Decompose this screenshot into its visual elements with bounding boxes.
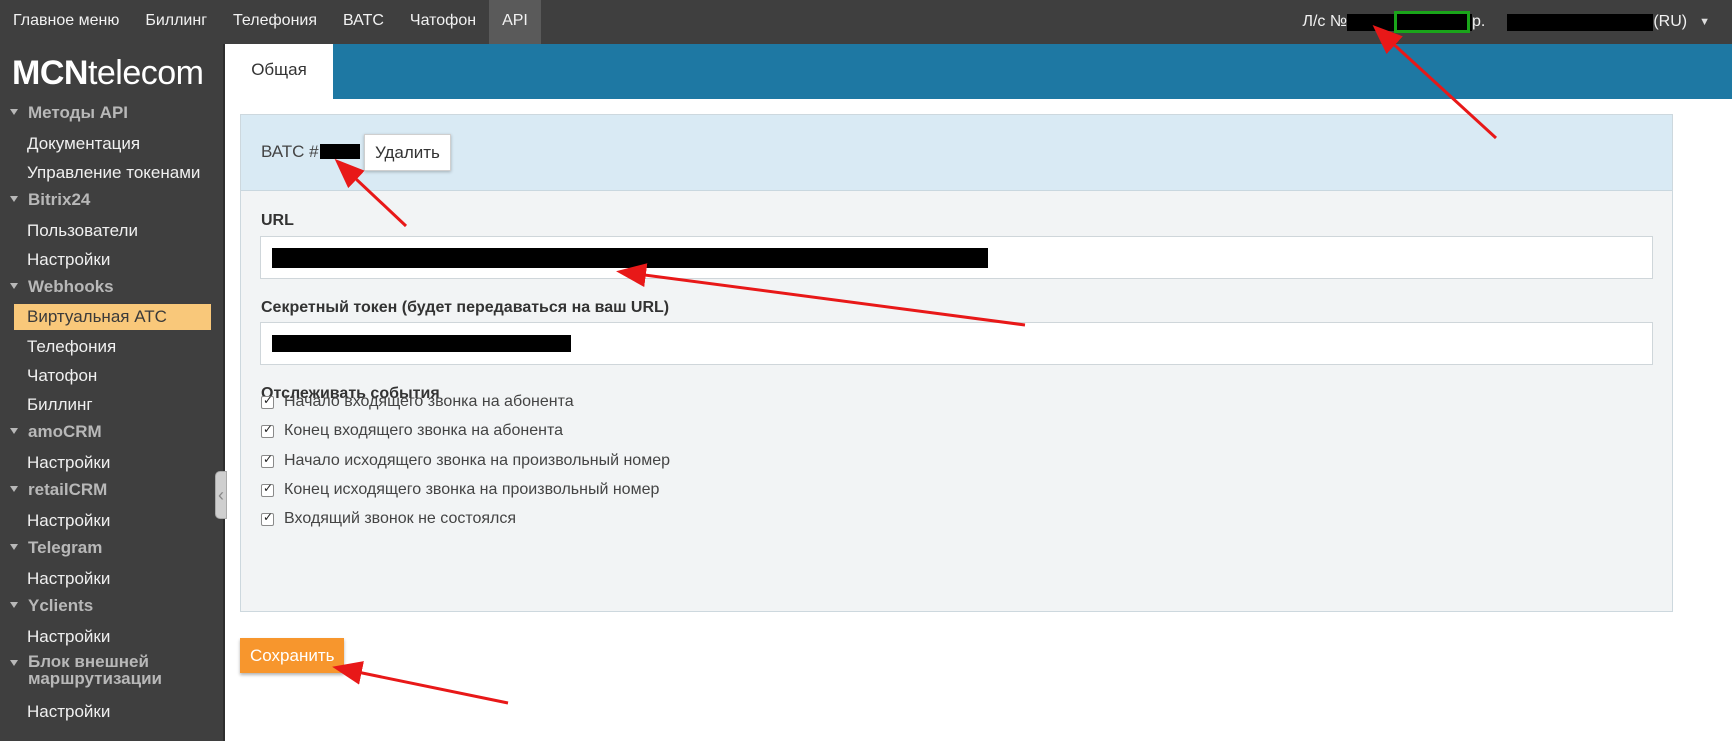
arrow-to-vats-number <box>334 158 408 228</box>
arrow-to-save <box>332 661 509 705</box>
annotation-arrows <box>332 24 1498 705</box>
arrow-to-account <box>1372 24 1498 140</box>
arrow-to-url <box>616 263 1026 327</box>
